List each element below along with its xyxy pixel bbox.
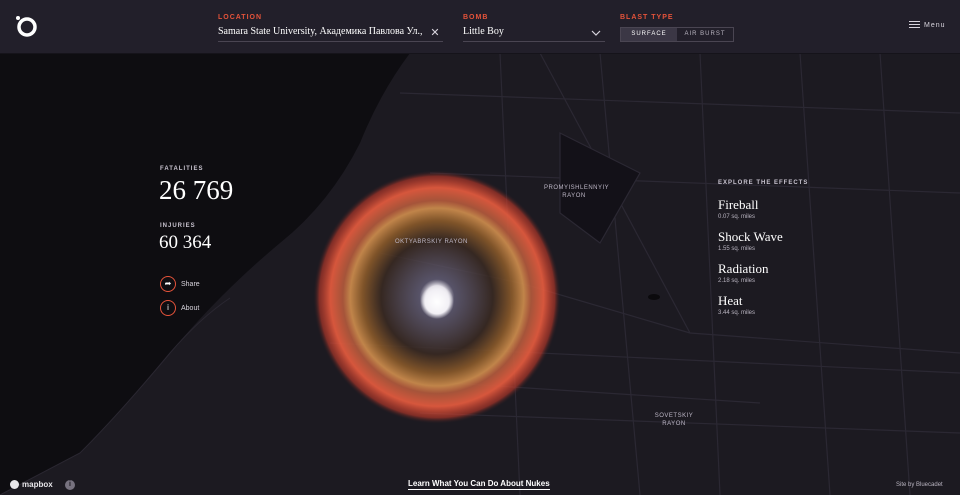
effect-shock-wave-area: 1.55 sq. miles — [718, 246, 756, 252]
learn-more-link[interactable]: Learn What You Can Do About Nukes — [408, 479, 550, 490]
map-label-oktyabrskiy: Oktyabrskiy Rayon — [395, 239, 468, 245]
effect-shock-wave[interactable]: Shock Wave — [718, 229, 783, 245]
about-button[interactable]: i — [160, 300, 176, 316]
blast-option-air-burst[interactable]: Air Burst — [677, 28, 733, 41]
effect-radiation-area: 2.18 sq. miles — [718, 278, 756, 284]
menu-label: Menu — [924, 21, 946, 29]
mapbox-icon — [10, 480, 19, 489]
effects-title: Explore the Effects — [718, 180, 809, 186]
injuries-label: Injuries — [160, 223, 196, 229]
fireball-core — [420, 285, 454, 319]
mapbox-logo[interactable]: mapbox — [10, 480, 53, 489]
share-button[interactable]: ➦ — [160, 276, 176, 292]
effect-radiation[interactable]: Radiation — [718, 261, 769, 277]
map-label-sovetskiy: Sovetskiy Rayon — [654, 413, 694, 427]
site-credit[interactable]: Site by Bluecadet — [896, 482, 943, 488]
injuries-value: 60 364 — [159, 232, 212, 253]
top-bar: Location Samara State University, Академ… — [0, 0, 960, 54]
blast-option-surface[interactable]: Surface — [621, 28, 677, 41]
location-underline — [218, 41, 443, 42]
hamburger-icon — [909, 21, 920, 29]
fatalities-value: 26 769 — [159, 175, 234, 205]
effect-fireball[interactable]: Fireball — [718, 197, 758, 213]
menu-button[interactable]: Menu — [909, 21, 946, 29]
share-label[interactable]: Share — [181, 281, 200, 288]
ring-logo-icon[interactable] — [14, 14, 38, 38]
bomb-select[interactable]: Little Boy — [463, 26, 583, 37]
bomb-underline — [463, 41, 605, 42]
fatalities-label: Fatalities — [160, 166, 204, 172]
location-input[interactable]: Samara State University, Академика Павло… — [218, 26, 423, 37]
effect-fireball-area: 0.07 sq. miles — [718, 214, 756, 220]
blast-type-label: Blast Type — [620, 14, 674, 21]
effect-heat[interactable]: Heat — [718, 293, 743, 309]
close-icon[interactable]: ✕ — [429, 27, 441, 39]
blast-type-toggle: Surface Air Burst — [620, 27, 734, 42]
mapbox-label: mapbox — [22, 480, 53, 489]
attribution-info-icon[interactable]: i — [65, 480, 75, 490]
chevron-down-icon[interactable] — [591, 30, 601, 36]
share-arrow-icon: ➦ — [164, 279, 172, 288]
location-label: Location — [218, 14, 263, 21]
blast-map[interactable] — [0, 53, 960, 495]
bomb-label: Bomb — [463, 14, 489, 21]
info-icon: i — [167, 303, 169, 312]
map-label-promyishlennyiy: Promyishlennyiy Rayon — [544, 185, 610, 199]
map-canvas — [0, 53, 960, 495]
effect-heat-area: 3.44 sq. miles — [718, 310, 756, 316]
about-label[interactable]: About — [181, 305, 199, 312]
